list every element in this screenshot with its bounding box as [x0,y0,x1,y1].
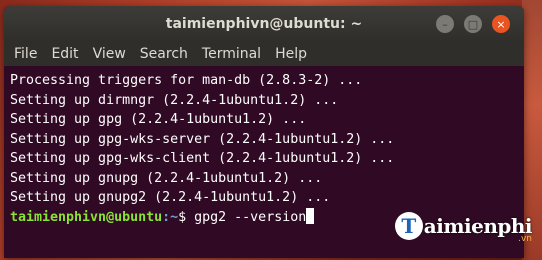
terminal-line: Setting up gpg (2.2.4-1ubuntu1.2) ... [10,112,307,127]
window-controls: – □ × [436,15,510,33]
menu-bar: File Edit View Search Terminal Help [4,42,524,66]
menu-edit[interactable]: Edit [51,46,78,62]
prompt-user-host: taimienphivn@ubuntu [10,209,163,225]
terminal-line: Setting up gnupg2 (2.2.4-1ubuntu1.2) ... [10,190,331,205]
command-input[interactable]: gpg2 --version [194,210,306,225]
menu-file[interactable]: File [14,46,37,62]
terminal-line: Setting up dirmngr (2.2.4-1ubuntu1.2) ..… [10,92,339,108]
watermark-logo: T aimienphi .vn [394,212,533,244]
maximize-button[interactable]: □ [464,15,482,33]
title-bar[interactable]: taimienphivn@ubuntu: ~ – □ × [4,6,524,42]
terminal-line: Processing triggers for man-db (2.8.3-2)… [10,73,363,88]
close-button[interactable]: × [492,15,510,33]
terminal-output[interactable]: Processing triggers for man-db (2.8.3-2)… [4,66,524,227]
watermark-domain: .vn [518,234,532,244]
minimize-button[interactable]: – [436,15,454,33]
terminal-line: Setting up gpg-wks-server (2.2.4-1ubuntu… [10,131,395,147]
prompt-symbol: $ [178,209,195,225]
text-cursor [306,207,315,224]
terminal-line: Setting up gpg-wks-client (2.2.4-1ubuntu… [10,151,395,166]
menu-view[interactable]: View [93,46,126,62]
terminal-line: Setting up gnupg (2.2.4-1ubuntu1.2) ... [10,170,323,186]
menu-help[interactable]: Help [275,46,307,62]
menu-search[interactable]: Search [140,46,188,62]
menu-terminal[interactable]: Terminal [202,46,261,62]
prompt-path: :~ [162,209,179,225]
watermark-text: aimienphi [423,214,533,238]
watermark-icon: T [394,212,423,240]
